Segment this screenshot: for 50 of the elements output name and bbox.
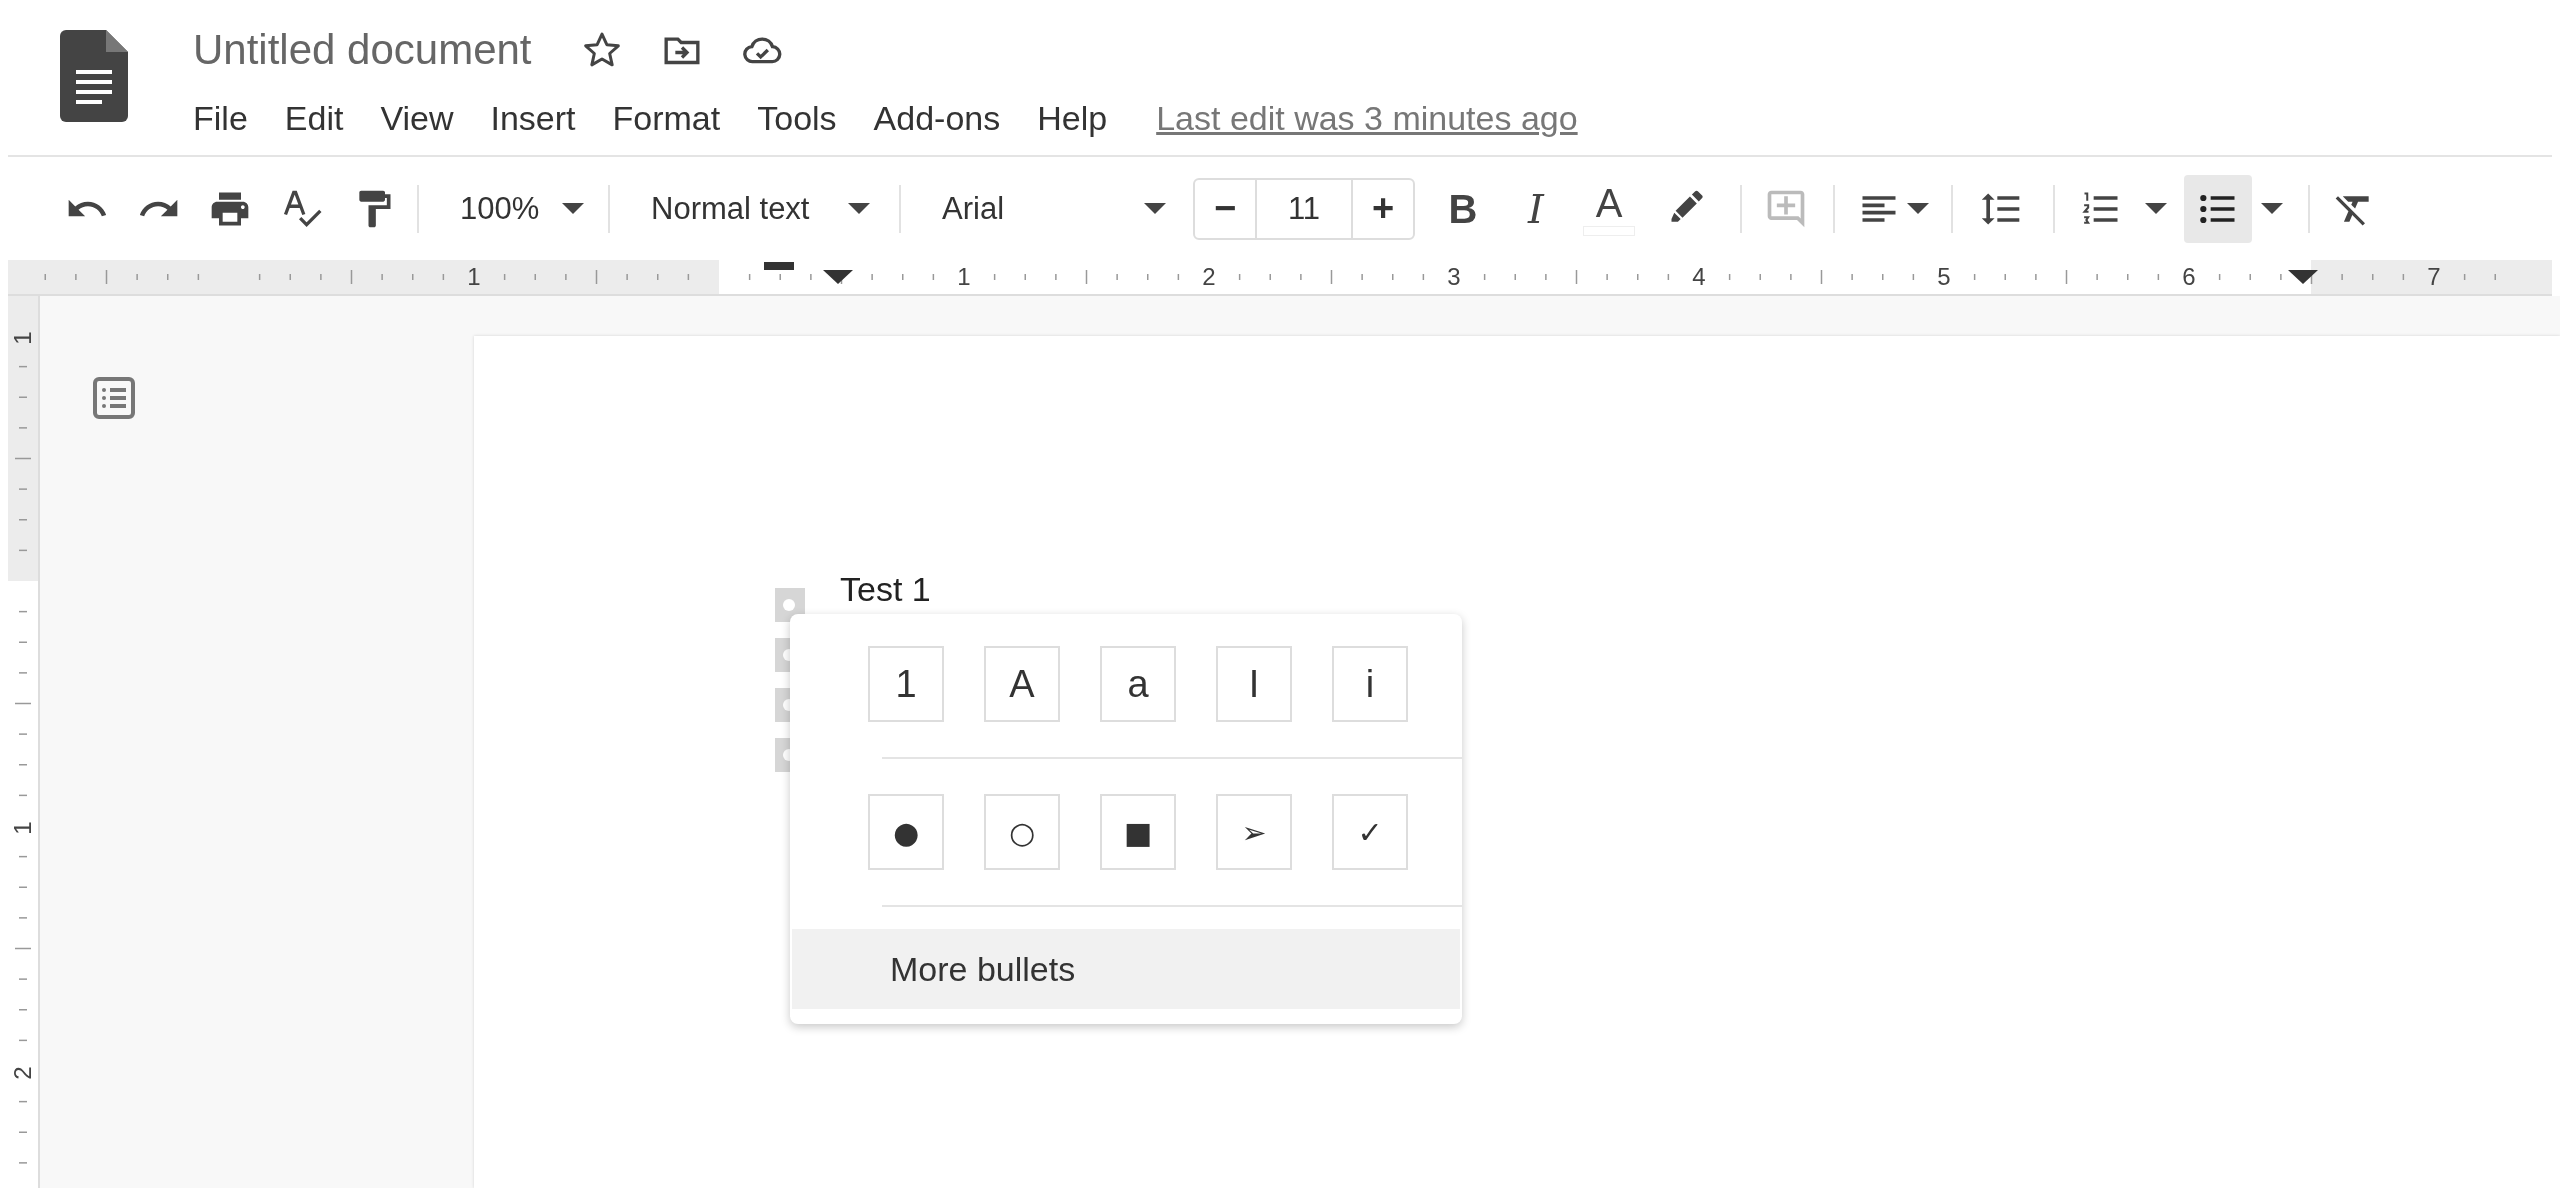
ruler-number: 2 [1201,263,1217,291]
paragraph-style-dropdown[interactable]: Normal text [624,180,884,237]
ruler-number: 3 [1446,263,1462,291]
bullet-option[interactable]: ✓ [1332,794,1408,870]
numbering-option[interactable]: 1 [868,646,944,722]
menu-item[interactable]: File [193,98,248,138]
numbering-option[interactable]: A [984,646,1060,722]
document-title[interactable]: Untitled document [193,26,532,74]
ruler-number: 7 [2426,263,2442,291]
menu-item[interactable]: Tools [757,98,837,138]
bulleted-list-button[interactable] [2184,174,2252,243]
first-line-indent-handle[interactable] [764,262,794,270]
zoom-dropdown[interactable]: 100% [433,180,598,237]
bullet-option[interactable]: ● [868,794,944,870]
menu-item[interactable]: Add-ons [873,98,1001,138]
document-icon[interactable] [60,30,128,122]
ruler-number: 6 [2181,263,2197,291]
ruler-number: 1 [9,820,37,837]
list-item-text: Test 1 [840,572,931,606]
numbering-option[interactable]: I [1216,646,1292,722]
ruler-number: 1 [956,263,972,291]
menu-item[interactable]: Edit [284,98,344,138]
menu-item[interactable]: Insert [490,98,576,138]
menu-item[interactable]: Help [1037,98,1108,138]
more-bullets-item[interactable]: More bullets [792,929,1460,1009]
bold-button[interactable]: B [1435,178,1491,239]
caret-icon [562,203,584,214]
outline-icon[interactable] [90,374,138,422]
numbering-option[interactable]: a [1100,646,1176,722]
last-edit-link[interactable]: Last edit was 3 minutes ago [1156,98,1578,138]
ruler-number: 1 [9,330,37,347]
bullet-option[interactable]: ➢ [1216,794,1292,870]
ruler-number: 5 [1936,263,1952,291]
italic-button[interactable]: I [1508,178,1564,239]
caret-icon [1907,203,1929,214]
font-dropdown[interactable]: Arial [915,180,1180,237]
ruler-number: 4 [1691,263,1707,291]
decrease-font-size-button[interactable]: − [1195,179,1255,238]
font-size-field[interactable]: 11 [1255,179,1353,238]
bullet-option[interactable]: ○ [984,794,1060,870]
caret-icon [1144,203,1166,214]
ruler-number: 2 [9,1065,37,1082]
increase-font-size-button[interactable]: + [1353,179,1413,238]
text-color-button[interactable]: A [1581,178,1637,239]
menu-item[interactable]: View [380,98,454,138]
bullet-option[interactable]: ■ [1100,794,1176,870]
caret-icon [848,203,870,214]
menu-item[interactable]: Format [612,98,721,138]
numbering-option[interactable]: i [1332,646,1408,722]
ruler-number: 1 [466,263,482,291]
